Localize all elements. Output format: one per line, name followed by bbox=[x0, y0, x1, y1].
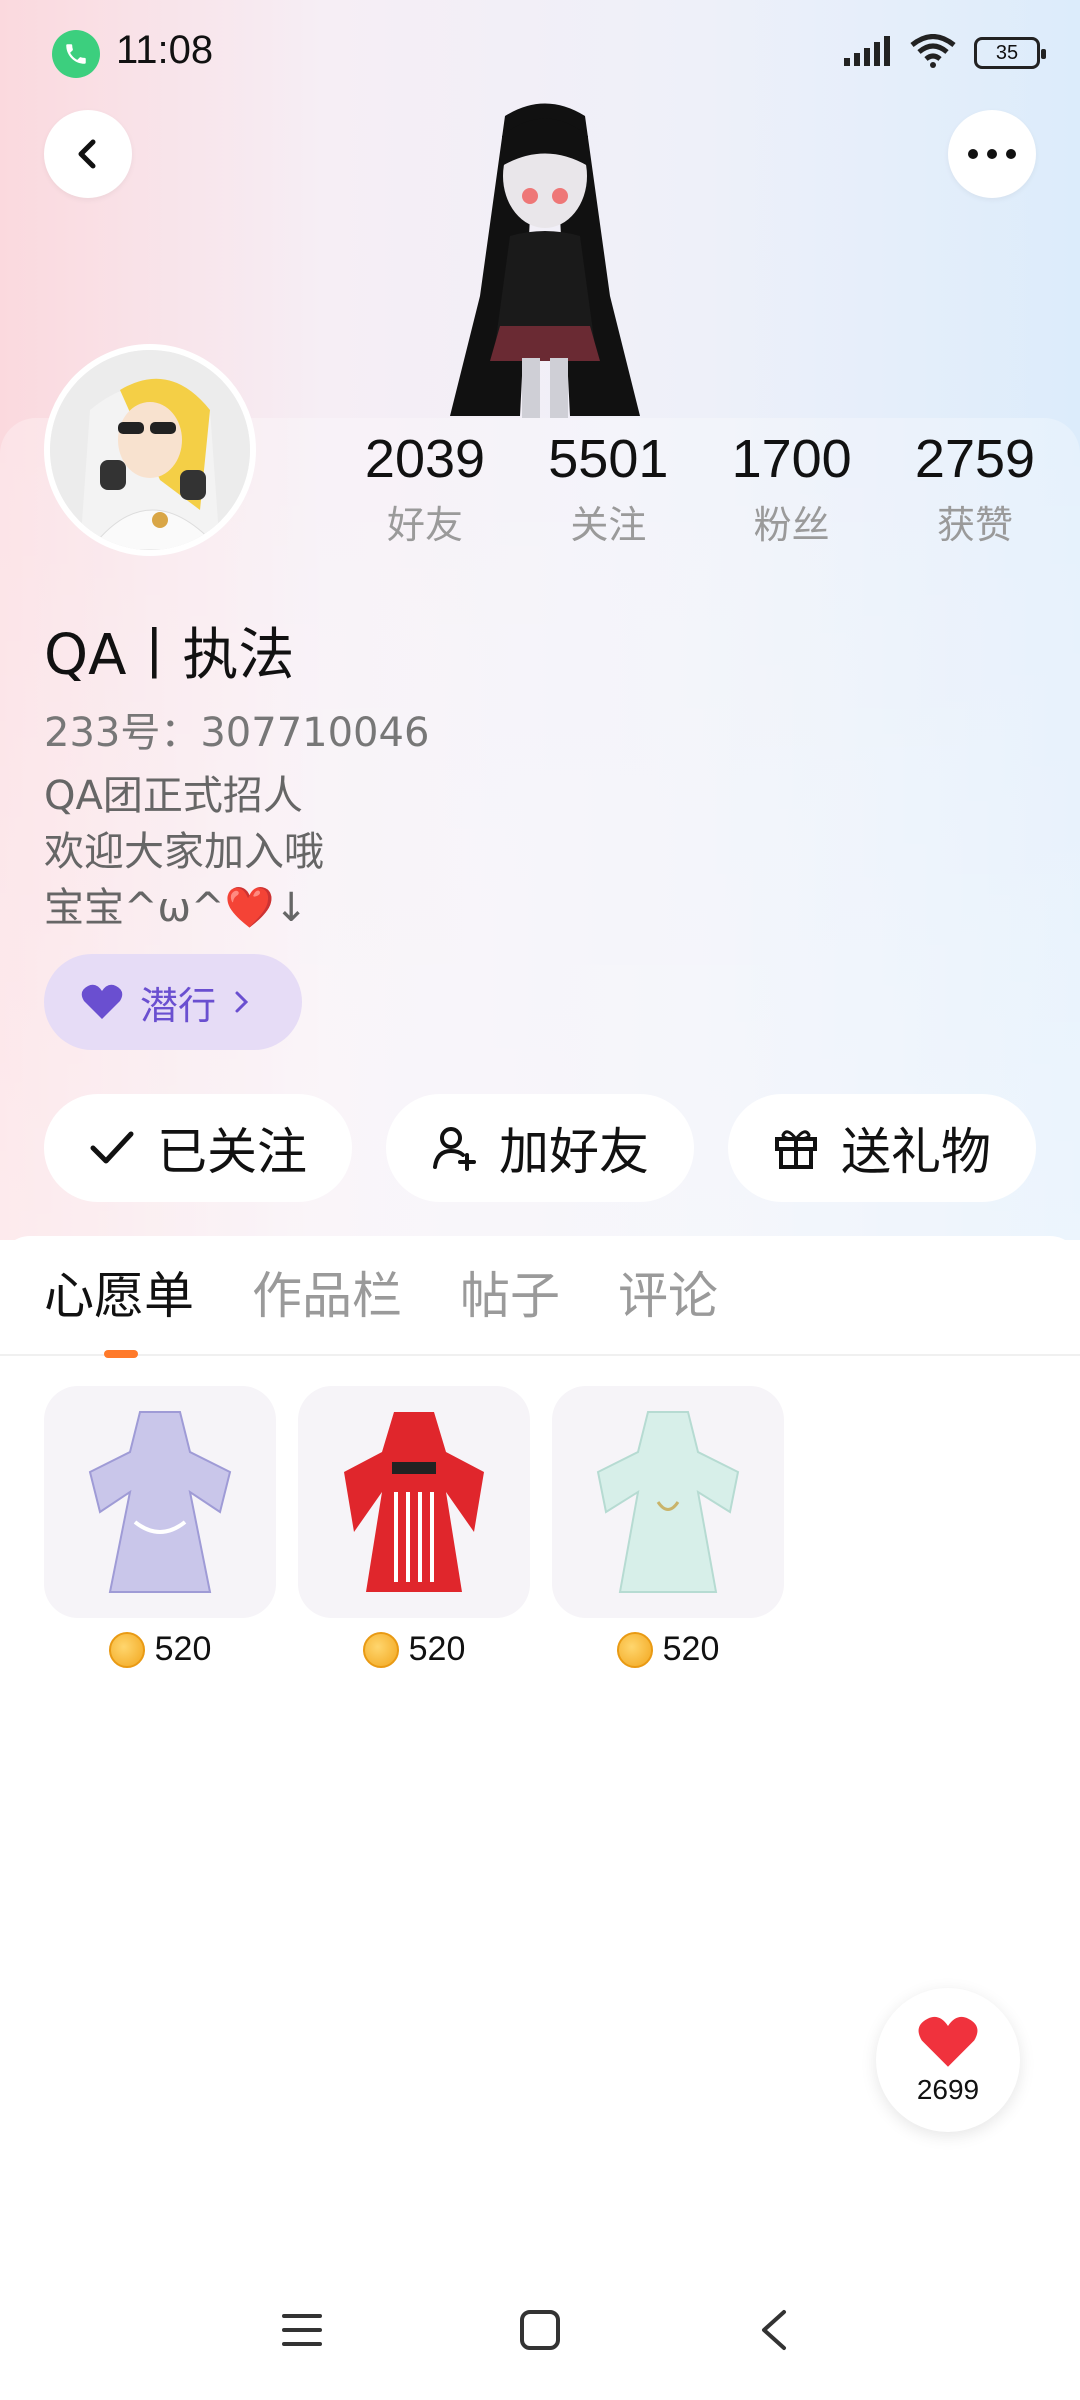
avatar[interactable] bbox=[44, 344, 256, 556]
outfit-thumbnail bbox=[44, 1386, 276, 1618]
heart-icon bbox=[81, 984, 123, 1019]
system-nav-bar bbox=[0, 2280, 1080, 2380]
stat-following[interactable]: 5501 关注 bbox=[523, 432, 693, 544]
status-bar: 11:08 35 bbox=[0, 0, 1080, 108]
like-button[interactable]: 2699 bbox=[876, 1988, 1020, 2132]
profile-stats: 2039 好友 5501 关注 1700 粉丝 2759 获赞 bbox=[340, 432, 1060, 544]
stat-label: 关注 bbox=[570, 503, 647, 547]
add-friend-button[interactable]: 加好友 bbox=[386, 1094, 694, 1202]
gift-icon bbox=[775, 1130, 817, 1169]
stealth-badge-button[interactable]: 潜行 bbox=[44, 954, 302, 1050]
send-gift-button[interactable]: 送礼物 bbox=[728, 1094, 1036, 1202]
home-square-icon[interactable] bbox=[510, 2300, 570, 2360]
tab-posts[interactable]: 帖子 bbox=[460, 1266, 560, 1326]
stat-value: 5501 bbox=[548, 429, 669, 489]
tab-comments[interactable]: 评论 bbox=[618, 1266, 718, 1326]
more-dots-icon bbox=[968, 149, 1016, 159]
wishlist-item[interactable]: 520 bbox=[298, 1386, 530, 1669]
coin-icon bbox=[616, 1631, 653, 1668]
following-button[interactable]: 已关注 bbox=[44, 1094, 352, 1202]
character-avatar-figure[interactable] bbox=[410, 96, 680, 421]
stat-label: 获赞 bbox=[936, 503, 1013, 547]
bio-line: 宝宝^ω^❤️↓ bbox=[44, 885, 308, 931]
stat-value: 2759 bbox=[914, 429, 1036, 489]
signal-icon bbox=[844, 36, 892, 70]
chevron-right-icon bbox=[235, 991, 249, 1013]
price-value: 520 bbox=[408, 1630, 466, 1668]
action-label: 送礼物 bbox=[841, 1123, 991, 1181]
content-tabs: 心愿单 作品栏 帖子 评论 bbox=[0, 1236, 1080, 1356]
add-friend-icon bbox=[433, 1127, 476, 1171]
check-icon bbox=[90, 1131, 134, 1164]
stat-likes[interactable]: 2759 获赞 bbox=[890, 432, 1060, 544]
tab-wishlist[interactable]: 心愿单 bbox=[44, 1266, 194, 1326]
bio-line: QA团正式招人 bbox=[44, 773, 303, 819]
action-label: 已关注 bbox=[157, 1123, 307, 1181]
more-button[interactable] bbox=[948, 110, 1036, 198]
chevron-left-icon bbox=[78, 139, 96, 169]
clock: 11:08 bbox=[116, 28, 214, 72]
profile-name: QA丨执法 bbox=[44, 623, 295, 688]
tab-works[interactable]: 作品栏 bbox=[252, 1266, 402, 1326]
back-triangle-icon[interactable] bbox=[744, 2300, 804, 2360]
stat-friends[interactable]: 2039 好友 bbox=[340, 432, 510, 544]
bio-line: 欢迎大家加入哦 bbox=[44, 829, 324, 875]
outfit-thumbnail bbox=[298, 1386, 530, 1618]
battery-icon: 35 bbox=[974, 37, 1046, 69]
wishlist-item[interactable]: 520 bbox=[552, 1386, 784, 1669]
stat-value: 1700 bbox=[731, 429, 852, 489]
item-price: 520 bbox=[362, 1630, 466, 1669]
menu-icon[interactable] bbox=[272, 2300, 332, 2360]
stat-label: 好友 bbox=[386, 503, 463, 547]
profile-actions: 已关注 加好友 送礼物 bbox=[44, 1094, 1036, 1202]
coin-icon bbox=[108, 1631, 145, 1668]
wishlist-item[interactable]: 520 bbox=[44, 1386, 276, 1669]
stat-value: 2039 bbox=[364, 429, 486, 489]
wifi-icon bbox=[910, 34, 956, 72]
profile-uid[interactable]: 233号：307710046 bbox=[44, 700, 429, 758]
action-label: 加好友 bbox=[499, 1123, 649, 1181]
item-price: 520 bbox=[108, 1630, 212, 1669]
heart-icon bbox=[918, 2016, 978, 2067]
wishlist-grid: 520 520 520 bbox=[44, 1386, 784, 1669]
active-tab-indicator bbox=[104, 1350, 138, 1358]
badge-label: 潜行 bbox=[140, 983, 217, 1028]
phone-call-icon[interactable] bbox=[52, 30, 100, 78]
stat-followers[interactable]: 1700 粉丝 bbox=[707, 432, 877, 544]
item-price: 520 bbox=[616, 1630, 720, 1669]
profile-bio: QA团正式招人 欢迎大家加入哦 宝宝^ω^❤️↓ bbox=[44, 768, 324, 936]
like-count: 2699 bbox=[916, 2074, 980, 2105]
back-button[interactable] bbox=[44, 110, 132, 198]
coin-icon bbox=[362, 1631, 399, 1668]
stat-label: 粉丝 bbox=[753, 503, 830, 547]
outfit-thumbnail bbox=[552, 1386, 784, 1618]
price-value: 520 bbox=[662, 1630, 720, 1668]
price-value: 520 bbox=[154, 1630, 212, 1668]
